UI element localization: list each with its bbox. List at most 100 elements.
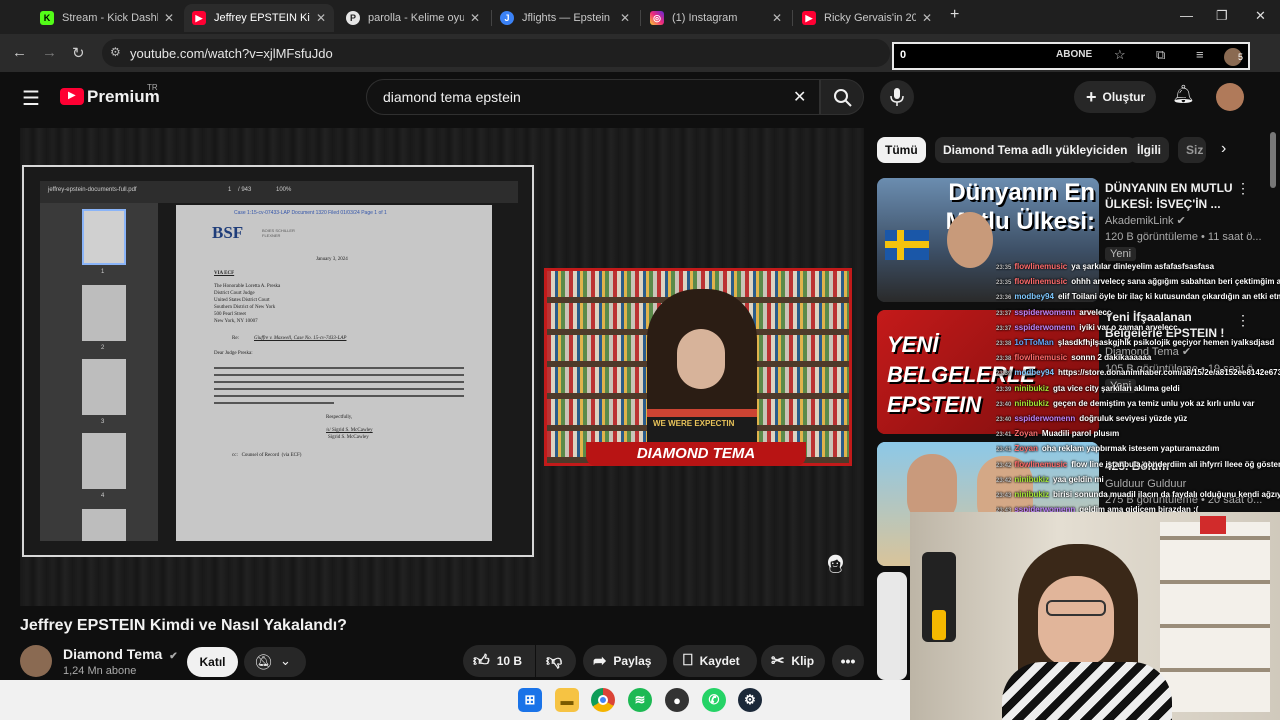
stream-overlay-counter: 0 ABONE ☆ ⧉ ≡ 5 xyxy=(892,42,1250,70)
youtube-header: ☰ ▶ Premium TR diamond tema epstein ✕ + … xyxy=(0,72,1280,122)
join-button[interactable]: Katıl xyxy=(187,647,238,677)
close-tab-icon[interactable]: ✕ xyxy=(470,11,480,25)
chat-text: elif Toilani öyle bir ilaç ki kutusundan… xyxy=(1057,292,1280,302)
chat-message: 23:37 sspiderwomenn iyiki var o zaman arve… xyxy=(996,321,1280,336)
reload-icon[interactable]: ↻ xyxy=(72,44,85,62)
tab-jflights[interactable]: J Jflights — Epstein Flights ✕ xyxy=(492,4,638,32)
close-tab-icon[interactable]: ✕ xyxy=(164,11,174,25)
streamer-webcam xyxy=(910,512,1280,720)
chip-from-uploader[interactable]: Diamond Tema adlı yükleyiciden xyxy=(935,137,1136,163)
chip-for-you[interactable]: Siz xyxy=(1178,137,1206,163)
close-tab-icon[interactable]: ✕ xyxy=(772,11,782,25)
extensions-icon[interactable]: ⧉ xyxy=(1156,47,1165,63)
related-video-channel[interactable]: AkademikLink ✔ xyxy=(1105,214,1186,227)
account-avatar[interactable] xyxy=(1216,83,1244,111)
subscriber-count: 1,24 Mn abone xyxy=(63,665,137,677)
more-actions-button[interactable]: ••• xyxy=(832,645,864,677)
close-window-icon[interactable]: ✕ xyxy=(1255,8,1266,24)
app-icon[interactable]: ● xyxy=(665,688,689,712)
presenter-webcam: WE WERE EXPECTIN xyxy=(544,268,852,466)
chat-username: flowlinemusic xyxy=(1014,277,1068,287)
pdf-thumbnail xyxy=(82,209,126,265)
voice-search-button[interactable] xyxy=(880,80,914,114)
search-box[interactable]: diamond tema epstein ✕ xyxy=(366,79,820,115)
tab-youtube-ricky[interactable]: ▶ Ricky Gervais'in 2020 ✕ xyxy=(794,4,940,32)
glasses-icon xyxy=(1046,600,1106,616)
notifications-bell-icon[interactable]: 🔔︎ xyxy=(1172,84,1195,105)
clear-search-icon[interactable]: ✕ xyxy=(793,87,806,107)
pdf-thumbnail xyxy=(82,359,126,415)
address-bar[interactable]: ⚙ youtube.com/watch?v=xjlMFsfuJdo xyxy=(102,39,890,67)
save-button[interactable]: ⎕ Kaydet xyxy=(673,645,757,677)
close-tab-icon[interactable]: ✕ xyxy=(620,11,630,25)
chat-timestamp: 23:43 xyxy=(996,493,1012,500)
chip-related[interactable]: İlgili xyxy=(1129,137,1169,163)
file-explorer-icon[interactable]: ▬ xyxy=(555,688,579,712)
clip-button[interactable]: ✂ Klip xyxy=(761,645,825,677)
chat-message: 23:43 ninibukiz birisi sonunda muadil ilac… xyxy=(996,488,1280,503)
notification-settings-button[interactable]: 🔕︎ ⌄ xyxy=(244,647,306,677)
chat-username: flowlinemusic xyxy=(1014,459,1068,469)
windows-start-icon[interactable]: ⊞ xyxy=(518,688,542,712)
chevron-right-icon[interactable]: › xyxy=(1221,140,1226,158)
share-button[interactable]: ➦ Paylaş xyxy=(583,645,667,677)
tab-kick[interactable]: K Stream - Kick Dashboard ✕ xyxy=(32,4,182,32)
tab-parolla[interactable]: P parolla - Kelime oyunu ✕ xyxy=(338,4,488,32)
dislike-button[interactable]: 👎︎ xyxy=(536,645,576,677)
chat-text: iyiki var o zaman arvelecç xyxy=(1079,322,1178,332)
minimize-icon[interactable]: — xyxy=(1180,8,1193,23)
chat-username: sspiderwomenn xyxy=(1014,307,1076,317)
channel-name[interactable]: Diamond Tema ✔ xyxy=(63,646,178,662)
pdf-text-line xyxy=(214,381,464,383)
close-tab-icon[interactable]: ✕ xyxy=(922,11,932,25)
whatsapp-icon[interactable]: ✆ xyxy=(702,688,726,712)
restore-icon[interactable]: ❐ xyxy=(1216,8,1228,24)
spotify-icon[interactable]: ≋ xyxy=(628,688,652,712)
youtube-icon: ▶ xyxy=(802,11,816,25)
chat-text: birisi sonunda muadil ilacın da faydalı … xyxy=(1053,490,1280,500)
scrollbar-thumb[interactable] xyxy=(1270,132,1276,188)
tab-instagram[interactable]: ◎ (1) Instagram ✕ xyxy=(642,4,790,32)
chat-timestamp: 23:37 xyxy=(996,310,1012,317)
related-video-thumbnail[interactable] xyxy=(877,572,907,680)
back-arrow-icon[interactable]: ← xyxy=(12,44,27,61)
like-button[interactable]: 👍︎ 10 B xyxy=(463,645,535,677)
chip-all[interactable]: Tümü xyxy=(877,137,926,163)
chat-message: 23:40 sspiderwomenn doğruluk seviyesi yüzd… xyxy=(996,412,1280,427)
search-input[interactable]: diamond tema epstein xyxy=(383,89,521,105)
tab-youtube-active[interactable]: ▶ Jeffrey EPSTEIN Kimdi ✕ xyxy=(184,4,334,32)
streamer-face xyxy=(1038,576,1114,668)
chat-text: ya şarkılar dinleyelim asfafasfsasfasa xyxy=(1071,262,1215,271)
forward-arrow-icon[interactable]: → xyxy=(42,44,57,61)
chat-timestamp: 23:35 xyxy=(996,280,1012,287)
chrome-icon[interactable] xyxy=(591,688,615,712)
tab-separator xyxy=(640,10,641,26)
site-info-icon[interactable]: ⚙ xyxy=(110,45,121,59)
close-tab-icon[interactable]: ✕ xyxy=(316,11,326,25)
chat-username: 1oTToMan xyxy=(1014,338,1054,348)
bell-off-icon: 🔕︎ xyxy=(254,654,274,671)
menu-icon[interactable]: ☰ xyxy=(22,86,40,111)
chat-text: gta vice city şarkıları aklıma geldi xyxy=(1053,383,1180,393)
chat-username: sspiderwomenn xyxy=(1014,505,1076,512)
media-control-icon[interactable]: ≡ xyxy=(1196,47,1204,62)
more-horizontal-icon: ••• xyxy=(840,653,856,669)
chat-text: sonnn 2 dakikaaaaaa xyxy=(1071,353,1152,363)
search-button[interactable] xyxy=(820,79,864,115)
new-tab-button[interactable]: + xyxy=(950,6,959,24)
new-badge: Yeni xyxy=(1105,247,1137,261)
video-player[interactable]: jeffrey-epstein-documents-full.pdf 1 / 9… xyxy=(20,128,864,606)
bookmark-star-icon[interactable]: ☆ xyxy=(1114,47,1126,63)
steam-icon[interactable]: ⚙ xyxy=(738,688,762,712)
youtube-logo-icon[interactable]: ▶ xyxy=(60,88,84,105)
pdf-toolbar: jeffrey-epstein-documents-full.pdf 1 / 9… xyxy=(40,181,518,203)
more-vertical-icon[interactable]: ⋮ xyxy=(1236,180,1250,197)
channel-avatar[interactable] xyxy=(20,645,52,677)
search-icon xyxy=(834,89,852,107)
plus-icon: + xyxy=(1086,86,1097,107)
related-video-title[interactable]: DÜNYANIN EN MUTLU ÜLKESİ: İSVEÇ'İN ... xyxy=(1105,180,1245,212)
chat-username: modbey94 xyxy=(1014,368,1054,378)
windows-taskbar: ⊞ ▬ ≋ ● ✆ ⚙ xyxy=(0,680,910,720)
chat-text: flow line istanbula gonderdiim ali ihfyr… xyxy=(1071,459,1280,469)
create-button[interactable]: + Oluştur xyxy=(1074,81,1156,113)
